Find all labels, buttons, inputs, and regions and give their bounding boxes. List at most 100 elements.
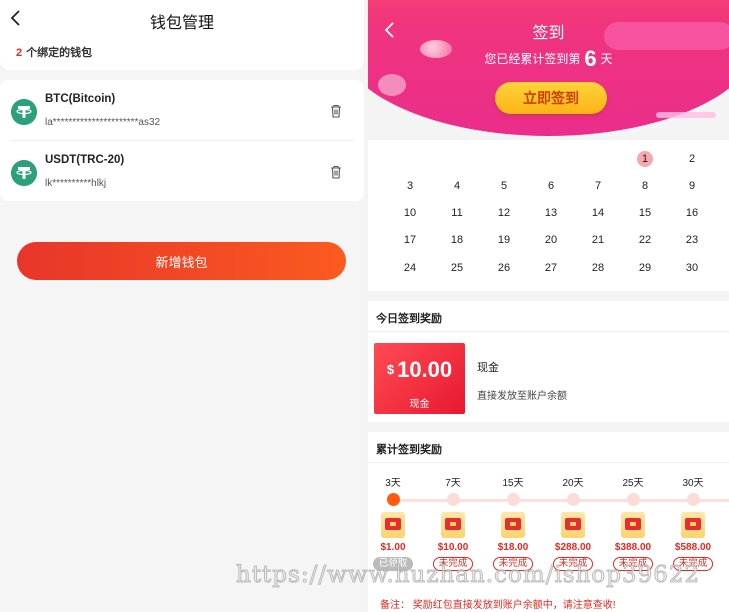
milestone-amount: $18.00 [497,542,529,553]
milestone-dot [627,493,640,506]
calendar-day[interactable]: 17 [399,231,421,249]
section-title: 累计签到奖励 [376,444,442,456]
milestone-status-button[interactable]: 已领取 [373,557,413,571]
wallet-name: USDT(TRC-20) [45,154,125,166]
divider [368,331,729,332]
calendar-day[interactable]: 16 [681,204,703,222]
calendar-day[interactable]: 14 [587,204,609,222]
reward-card: $10.00 现金 [374,343,465,414]
summary-suffix: 天 [600,52,613,66]
calendar-day[interactable]: 3 [399,177,421,195]
wallet-address: la**********************as32 [45,117,161,128]
wallet-management-screen: 钱包管理 2 个绑定的钱包 BTC(Bitcoin) la************… [0,0,364,612]
wallet-count-number: 2 [16,47,23,59]
calendar-day[interactable]: 1 [637,151,653,167]
red-packet-icon [381,512,405,538]
calendar-day[interactable]: 10 [399,204,421,222]
currency-symbol: $ [386,362,395,377]
milestone-day: 25天 [622,478,644,489]
wallet-name: BTC(Bitcoin) [45,93,116,105]
milestone-day: 7天 [445,478,461,489]
calendar: 1 2 3 4 5 6 7 8 9 10 11 12 13 14 15 16 17 18 19 20 21 22 23 24 2… [368,140,729,291]
calendar-day[interactable]: 19 [493,231,515,249]
milestone-day: 20天 [562,478,584,489]
calendar-day[interactable]: 15 [634,204,656,222]
reward-amount: $10.00 [374,357,465,383]
page-title: 签到 [532,25,565,42]
milestone-dot [507,493,520,506]
milestone-status-button[interactable]: 未完成 [433,557,473,571]
wallet-item[interactable]: USDT(TRC-20) lk**********hlkj [0,141,364,201]
milestone-day: 3天 [385,478,401,489]
reward-description: 直接发放至账户余额 [477,391,567,402]
calendar-day[interactable]: 13 [540,204,562,222]
calendar-day[interactable]: 4 [446,177,468,195]
milestone-amount: $288.00 [554,542,592,553]
sign-in-button[interactable]: 立即签到 [495,82,607,114]
wallet-count-label: 个绑定的钱包 [26,47,93,59]
calendar-day[interactable]: 8 [634,177,656,195]
tether-icon [11,99,37,125]
summary-prefix: 您已经累计签到第 [484,52,581,66]
milestone-amount: $1.00 [380,542,406,553]
wallet-count: 2 个绑定的钱包 [16,44,92,60]
milestone-status-button[interactable]: 未完成 [673,557,713,571]
check-in-days: 6 [584,46,597,71]
calendar-day[interactable]: 12 [493,204,515,222]
red-packet-icon [681,512,705,538]
calendar-day[interactable]: 26 [493,259,515,277]
calendar-day[interactable]: 23 [681,231,703,249]
cumulative-reward-section: 累计签到奖励 3天 $1.00 已领取 7天 $10.00 未完成 15天 $18.00 未完成… [368,432,729,612]
calendar-day[interactable]: 5 [493,177,515,195]
calendar-day[interactable]: 21 [587,231,609,249]
calendar-day[interactable]: 7 [587,177,609,195]
milestone-day: 30天 [682,478,704,489]
calendar-day[interactable]: 29 [634,259,656,277]
check-in-summary: 您已经累计签到第 6 天 [368,46,729,72]
milestone-dot [567,493,580,506]
reward-card-label: 现金 [409,399,430,410]
calendar-day[interactable]: 18 [446,231,468,249]
today-reward-section: 今日签到奖励 $10.00 现金 现金 直接发放至账户余额 [368,301,729,422]
calendar-day[interactable]: 22 [634,231,656,249]
milestone-status-button[interactable]: 未完成 [553,557,593,571]
decoration [656,112,716,118]
red-packet-icon [621,512,645,538]
milestone-amount: $10.00 [437,542,469,553]
milestone-amount: $388.00 [614,542,652,553]
milestone-dot [447,493,460,506]
decoration [378,74,406,96]
calendar-day[interactable]: 24 [399,259,421,277]
calendar-day[interactable]: 20 [540,231,562,249]
calendar-day[interactable]: 11 [446,204,468,222]
calendar-day[interactable]: 30 [681,259,703,277]
milestone-dot [687,493,700,506]
page-title: 钱包管理 [149,15,214,32]
milestone-day: 15天 [502,478,524,489]
trash-icon[interactable] [328,103,344,119]
red-packet-icon [561,512,585,538]
calendar-day[interactable]: 9 [681,177,703,195]
calendar-day[interactable]: 25 [446,259,468,277]
calendar-day[interactable]: 28 [587,259,609,277]
reward-value: 10.00 [397,357,453,382]
progress-track [388,499,729,502]
divider [368,462,729,463]
add-wallet-button[interactable]: 新增钱包 [17,242,346,280]
wallet-item[interactable]: BTC(Bitcoin) la**********************as3… [0,80,364,141]
reward-type: 现金 [477,362,499,374]
milestone-status-button[interactable]: 未完成 [493,557,533,571]
wallet-address: lk**********hlkj [45,178,107,189]
tether-icon [11,160,37,186]
screen: 钱包管理 2 个绑定的钱包 BTC(Bitcoin) la************… [0,0,729,612]
calendar-day[interactable]: 2 [681,150,703,168]
check-in-banner: 签到 您已经累计签到第 6 天 立即签到 [368,0,729,140]
calendar-day[interactable]: 6 [540,177,562,195]
wallet-list: BTC(Bitcoin) la**********************as3… [0,80,364,201]
milestone-status-button[interactable]: 未完成 [613,557,653,571]
trash-icon[interactable] [328,164,344,180]
note-text: 备注： 奖励红包直接发放到账户余额中，请注意查收! [380,600,616,611]
check-in-screen: 签到 您已经累计签到第 6 天 立即签到 1 2 3 4 5 6 7 8 9 10 11 12 13 14 15… [368,0,729,612]
calendar-day[interactable]: 27 [540,259,562,277]
milestone-amount: $588.00 [674,542,712,553]
